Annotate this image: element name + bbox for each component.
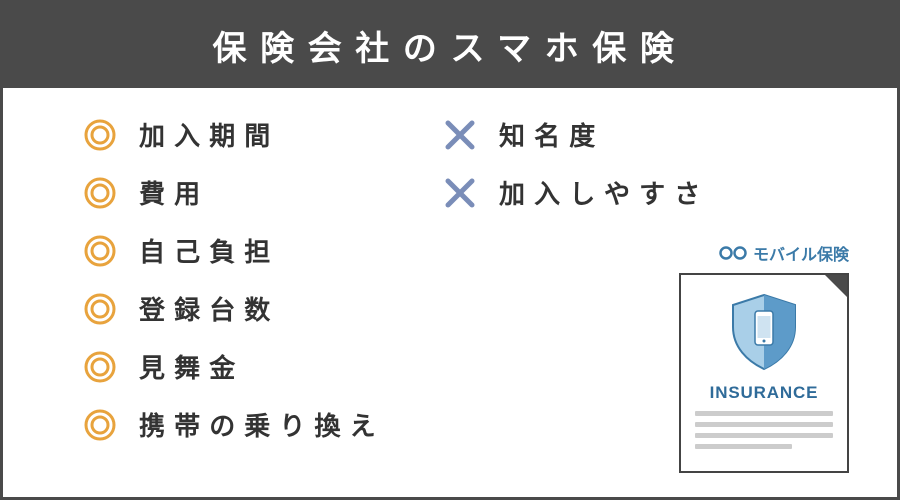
pro-label: 自己負担 <box>139 232 279 269</box>
double-circle-icon <box>83 118 117 152</box>
pro-label: 登録台数 <box>139 290 279 327</box>
doc-line <box>695 411 833 416</box>
doc-line <box>695 444 792 449</box>
con-label: 加入しやすさ <box>499 174 709 211</box>
con-item: 加入しやすさ <box>443 174 743 211</box>
content-area: 加入期間 費用 自己負担 登録台数 <box>3 88 897 497</box>
pro-label: 見舞金 <box>139 348 244 385</box>
pro-item: 加入期間 <box>83 116 443 153</box>
double-circle-icon <box>83 408 117 442</box>
shield-phone-icon <box>721 289 807 375</box>
header-bar: 保険会社のスマホ保険 <box>3 3 897 88</box>
pro-item: 自己負担 <box>83 232 443 269</box>
con-item: 知名度 <box>443 116 743 153</box>
double-circle-icon <box>83 350 117 384</box>
page-title: 保険会社のスマホ保険 <box>213 30 688 68</box>
infographic-container: 保険会社のスマホ保険 加入期間 費用 自己負担 <box>0 0 900 500</box>
pro-item: 携帯の乗り換え <box>83 406 443 443</box>
cross-icon <box>443 118 477 152</box>
brand-name: モバイル保険 <box>753 241 849 265</box>
pro-label: 携帯の乗り換え <box>139 406 385 443</box>
double-circle-icon <box>83 234 117 268</box>
pro-item: 見舞金 <box>83 348 443 385</box>
pro-item: 登録台数 <box>83 290 443 327</box>
double-circle-icon <box>83 176 117 210</box>
con-label: 知名度 <box>499 116 604 153</box>
pros-column: 加入期間 費用 自己負担 登録台数 <box>83 116 443 477</box>
insurance-document-card: INSURANCE <box>679 273 849 473</box>
folded-corner-icon <box>825 275 847 297</box>
brand-logo: モバイル保険 <box>719 241 849 265</box>
pro-label: 費用 <box>139 174 209 211</box>
cross-icon <box>443 176 477 210</box>
double-circle-icon <box>83 292 117 326</box>
brand-badge-area: モバイル保険 INSURANCE <box>679 241 849 473</box>
document-text-lines <box>695 411 833 449</box>
doc-line <box>695 422 833 427</box>
infinity-icon <box>719 245 747 261</box>
pro-item: 費用 <box>83 174 443 211</box>
doc-line <box>695 433 833 438</box>
pro-label: 加入期間 <box>139 116 279 153</box>
insurance-card-label: INSURANCE <box>710 383 819 403</box>
